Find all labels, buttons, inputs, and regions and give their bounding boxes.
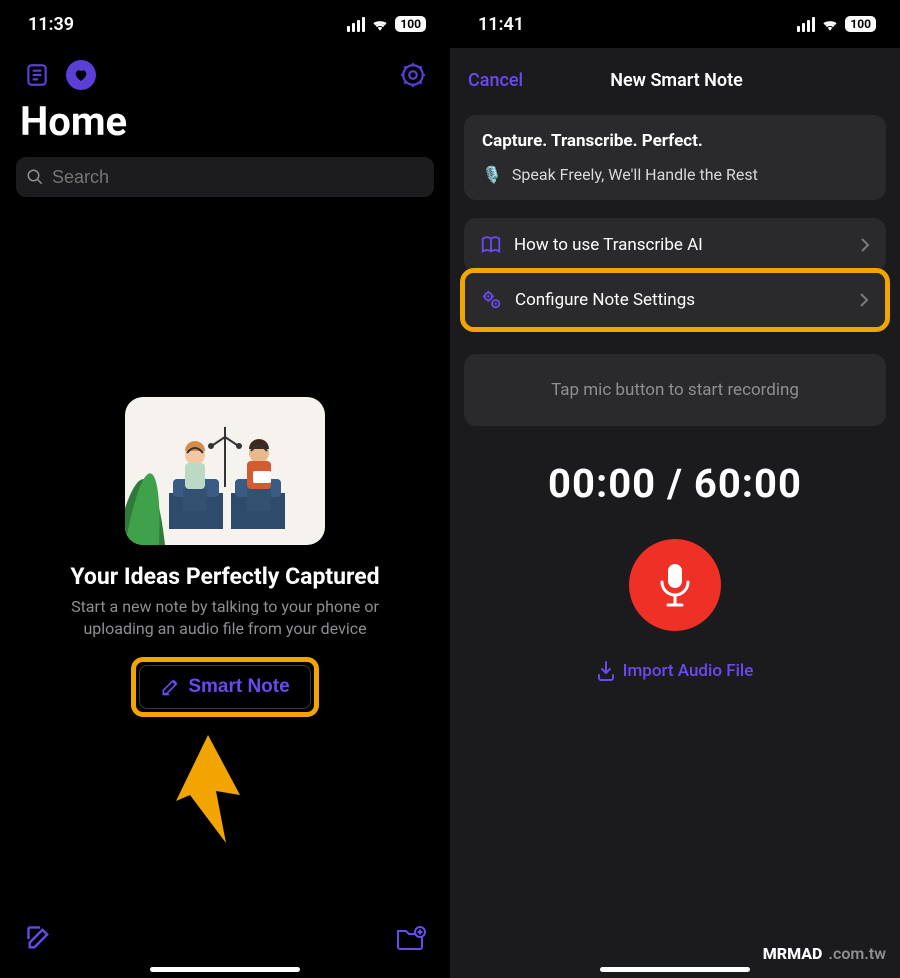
- highlight-ring: Configure Note Settings: [460, 268, 890, 332]
- empty-state: Your Ideas Perfectly Captured Start a ne…: [0, 197, 450, 978]
- wifi-icon: [821, 17, 839, 31]
- info-card-subtitle: Speak Freely, We'll Handle the Rest: [512, 165, 758, 184]
- compose-icon: [160, 677, 180, 697]
- status-time: 11:41: [478, 14, 524, 35]
- options-list: How to use Transcribe AI: [464, 218, 886, 272]
- top-nav: [0, 48, 450, 92]
- microphone-icon: [655, 562, 695, 608]
- hero-subtitle: Start a new note by talking to your phon…: [0, 590, 450, 639]
- row-label: Configure Note Settings: [515, 290, 847, 310]
- home-screen: 11:39 100 Home: [0, 0, 450, 978]
- book-icon: [480, 234, 502, 256]
- import-audio-button[interactable]: Import Audio File: [450, 661, 900, 681]
- info-card-title: Capture. Transcribe. Perfect.: [482, 131, 868, 151]
- info-card: Capture. Transcribe. Perfect. 🎙️ Speak F…: [464, 115, 886, 200]
- settings-icon[interactable]: [396, 58, 430, 92]
- favorites-icon[interactable]: [66, 60, 96, 90]
- timer-total: 60:00: [694, 460, 802, 507]
- hint-text: Tap mic button to start recording: [551, 380, 799, 400]
- status-time: 11:39: [28, 14, 74, 35]
- home-indicator: [150, 967, 300, 972]
- signal-icon: [347, 17, 366, 32]
- modal-header: Cancel New Smart Note: [450, 48, 900, 95]
- hero-title: Your Ideas Perfectly Captured: [70, 563, 379, 590]
- compose-icon[interactable]: [22, 921, 56, 955]
- page-title: Home: [0, 92, 450, 157]
- signal-icon: [797, 17, 816, 32]
- chevron-right-icon: [859, 292, 869, 308]
- search-input[interactable]: [52, 167, 424, 188]
- smart-note-label: Smart Note: [188, 676, 289, 698]
- new-folder-icon[interactable]: [394, 921, 428, 955]
- import-label: Import Audio File: [623, 661, 754, 681]
- battery-indicator: 100: [395, 16, 426, 32]
- timer-sep: /: [667, 460, 683, 507]
- new-note-modal: 11:41 100 Cancel New Smart Note Capture.…: [450, 0, 900, 978]
- modal-title: New Smart Note: [471, 70, 882, 91]
- search-bar[interactable]: [16, 157, 434, 197]
- watermark-domain: .com.tw: [828, 944, 886, 963]
- status-bar: 11:41 100: [450, 0, 900, 48]
- row-label: How to use Transcribe AI: [514, 235, 848, 255]
- how-to-use-row[interactable]: How to use Transcribe AI: [464, 218, 886, 272]
- gears-icon: [481, 289, 503, 311]
- search-icon: [26, 168, 44, 186]
- home-indicator: [600, 967, 750, 972]
- watermark: MRMAD .com.tw: [735, 942, 886, 964]
- chevron-right-icon: [860, 237, 870, 253]
- microphone-emoji-icon: 🎙️: [482, 165, 502, 184]
- status-bar: 11:39 100: [0, 0, 450, 48]
- highlight-ring: Smart Note: [131, 657, 318, 717]
- timer-elapsed: 00:00: [548, 460, 656, 507]
- hero-illustration: [125, 397, 325, 545]
- import-icon: [597, 661, 615, 681]
- record-button[interactable]: [629, 539, 721, 631]
- smart-note-button[interactable]: Smart Note: [139, 665, 310, 709]
- watermark-logo-icon: [735, 942, 757, 964]
- hint-card: Tap mic button to start recording: [464, 354, 886, 426]
- battery-indicator: 100: [845, 16, 876, 32]
- pointer-arrow-annotation: [168, 735, 248, 845]
- notes-icon[interactable]: [20, 58, 54, 92]
- wifi-icon: [371, 17, 389, 31]
- watermark-brand: MRMAD: [763, 944, 823, 963]
- timer-display: 00:00 / 60:00: [450, 460, 900, 507]
- configure-settings-row[interactable]: Configure Note Settings: [465, 273, 885, 327]
